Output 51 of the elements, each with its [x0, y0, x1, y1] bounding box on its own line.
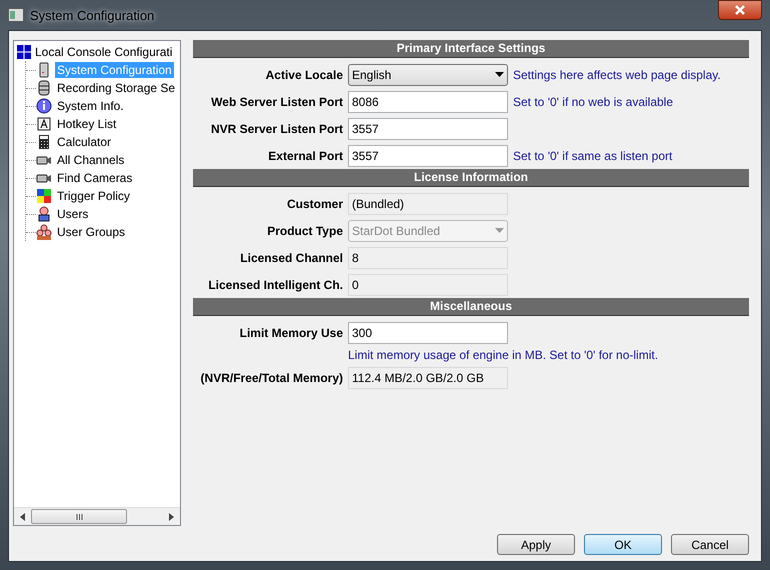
input-field[interactable]: 300 [348, 322, 508, 344]
dialog-button[interactable]: OK [584, 534, 662, 555]
dropdown-arrow-icon [495, 228, 504, 233]
tree-item[interactable]: System Info. [55, 98, 126, 114]
close-icon [734, 5, 746, 15]
hint-text: Limit memory usage of engine in MB. Set to '0' for no-limit. [348, 348, 658, 362]
dialog-button[interactable]: Apply [497, 534, 575, 555]
key-letter-icon [36, 116, 52, 132]
field-label: Product Type [266, 224, 344, 238]
drive-icon [36, 80, 52, 96]
tree-item[interactable]: Local Console Configurati [35, 45, 172, 59]
tree-item[interactable]: Users [55, 206, 90, 222]
scrollbar-thumb[interactable] [31, 509, 127, 524]
tree-item[interactable]: Calculator [55, 134, 114, 150]
dialog-button[interactable]: Cancel [671, 534, 749, 555]
field-label: Active Locale [264, 68, 344, 82]
field-label: Limit Memory Use [238, 326, 344, 340]
tree-item[interactable]: All Channels [55, 152, 126, 168]
field-label: Customer [286, 196, 344, 210]
calculator-icon [36, 134, 52, 150]
info-icon [36, 98, 52, 114]
section-header: License Information [193, 169, 749, 187]
tree-item[interactable]: Recording Storage Se [55, 80, 178, 96]
hint-text: Set to '0' if no web is available [513, 94, 674, 108]
tree-item[interactable]: Trigger Policy [55, 188, 132, 204]
section-header: Primary Interface Settings [193, 40, 749, 58]
user-group-icon [36, 224, 52, 240]
color-grid-icon [36, 188, 52, 204]
close-button[interactable] [718, 0, 762, 20]
dropdown-arrow-icon [495, 72, 504, 77]
user-icon [36, 206, 52, 222]
field-label: Licensed Channel [239, 250, 344, 264]
field-label: External Port [267, 148, 344, 162]
hint-text: Set to '0' if same as listen port [513, 148, 672, 162]
window-title: System Configuration [30, 8, 154, 22]
field-label: (NVR/Free/Total Memory) [200, 370, 344, 384]
field-label: Licensed Intelligent Ch. [207, 278, 344, 292]
tree-item[interactable]: Hotkey List [55, 116, 118, 132]
section-header: Miscellaneous [193, 298, 749, 316]
input-field[interactable]: 8086 [348, 90, 508, 112]
tree-item[interactable]: User Groups [55, 224, 128, 240]
tree-item[interactable]: Find Cameras [55, 170, 134, 186]
window-icon [8, 8, 24, 22]
windows-logo-icon [17, 45, 31, 59]
grip-icon [76, 514, 82, 520]
input-field[interactable]: 3557 [348, 144, 508, 166]
field-label: NVR Server Listen Port [210, 122, 344, 136]
input-field[interactable]: 3557 [348, 118, 508, 140]
field-label: Web Server Listen Port [210, 94, 344, 108]
hint-text: Settings here affects web page display. [513, 68, 721, 82]
dropdown[interactable]: English [348, 64, 508, 86]
